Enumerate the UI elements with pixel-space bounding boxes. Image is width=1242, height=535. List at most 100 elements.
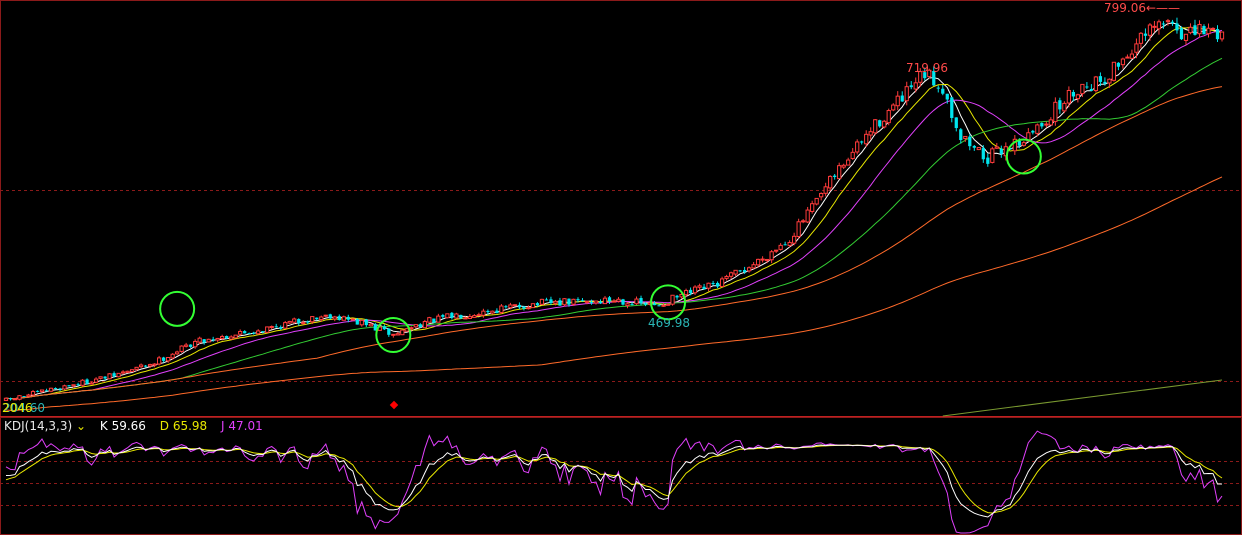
candle-body <box>711 283 715 285</box>
candle-body <box>436 315 441 323</box>
chart-stage: 799.06←—— 719.96 469.98 204.60 2046 KDJ(14,3… <box>0 0 1242 535</box>
kdj-legend: KDJ(14,3,3) ⌄ K 59.66 D 65.98 J 47.01 <box>4 419 273 433</box>
candle-body <box>306 321 310 323</box>
candle-body <box>1138 32 1144 44</box>
candle-body <box>1017 141 1021 146</box>
candle-body <box>598 301 603 304</box>
candle-body <box>742 270 747 272</box>
candle-body <box>310 316 315 323</box>
candle-body <box>774 249 779 252</box>
candle-body <box>1040 123 1044 127</box>
candle-body <box>220 336 225 339</box>
candle-body <box>486 310 490 313</box>
candle-body <box>1215 29 1220 40</box>
candle-body <box>549 299 553 303</box>
candle-body <box>792 235 797 244</box>
candle-body <box>35 390 40 392</box>
candle-body <box>48 387 54 392</box>
candle-body <box>814 197 819 205</box>
candle-body <box>315 317 319 320</box>
candle-body <box>945 93 949 100</box>
candle-body <box>639 298 643 304</box>
candle-body <box>864 133 869 145</box>
candle-body <box>71 384 76 387</box>
high-price-label: 799.06←—— <box>1104 1 1180 15</box>
candle-body <box>134 366 139 370</box>
candle-body <box>301 322 306 325</box>
candle-body <box>900 95 904 102</box>
candle-body <box>359 319 364 326</box>
candle-body <box>355 319 359 325</box>
candle-body <box>1165 20 1171 23</box>
ma5-line <box>5 22 1223 400</box>
candle-body <box>1179 28 1184 40</box>
candle-body <box>1080 83 1085 95</box>
candle-body <box>1152 25 1157 28</box>
ma40-line <box>5 57 1223 400</box>
candle-body <box>274 326 278 328</box>
candle-body <box>994 146 999 149</box>
candle-body <box>895 95 900 107</box>
candle-body <box>846 159 851 166</box>
candle-body <box>323 314 328 317</box>
candle-body <box>760 258 765 261</box>
candle-body <box>157 357 162 365</box>
candle-body <box>80 379 85 386</box>
ma10-line <box>5 26 1223 400</box>
candle-body <box>584 300 590 303</box>
candle-body <box>422 321 427 329</box>
candle-body <box>197 337 202 343</box>
candle-body <box>22 396 26 398</box>
candle-body <box>125 370 130 373</box>
candle-body <box>1147 24 1153 36</box>
candle-body <box>1053 101 1058 123</box>
candle-body <box>801 220 806 223</box>
kdj-title[interactable]: KDJ(14,3,3) ⌄ <box>4 419 86 433</box>
candle-body <box>152 363 157 366</box>
candle-body <box>954 117 958 129</box>
candle-body <box>886 110 891 124</box>
candle-body <box>981 148 985 160</box>
candle-body <box>728 272 734 277</box>
candle-body <box>936 87 940 89</box>
price-chart[interactable]: 799.06←——719.96469.98204.602046 <box>0 0 1242 417</box>
candle-body <box>409 327 414 330</box>
candle-body <box>175 351 180 355</box>
candle-body <box>495 310 499 313</box>
candle-body <box>413 324 418 328</box>
candle-body <box>1206 27 1211 35</box>
candle-body <box>602 297 608 305</box>
candle-body <box>1170 21 1175 24</box>
candle-body <box>1134 43 1139 53</box>
candle-body <box>769 251 774 261</box>
candle-body <box>1175 23 1179 31</box>
candle-body <box>450 312 454 318</box>
candle-body <box>287 320 292 324</box>
candle-body <box>841 164 846 168</box>
ma250-line <box>942 379 1223 417</box>
candle-body <box>256 330 261 335</box>
candle-body <box>269 326 274 329</box>
candle-body <box>328 314 332 319</box>
candle-body <box>715 282 720 287</box>
candle-body <box>719 278 725 288</box>
candle-body <box>98 376 103 379</box>
candle-body <box>530 303 536 309</box>
candle-body <box>395 333 400 336</box>
candle-body <box>432 318 436 323</box>
candle-body <box>909 85 913 88</box>
candle-body <box>364 319 368 326</box>
candle-body <box>621 299 625 305</box>
candle-body <box>904 86 909 102</box>
kdj-chart[interactable] <box>0 417 1242 535</box>
candle-body <box>297 319 301 324</box>
candle-body <box>706 282 711 289</box>
candle-body <box>341 316 346 321</box>
candle-body <box>999 148 1003 154</box>
candle-body <box>1031 130 1035 133</box>
candle-body <box>129 369 135 373</box>
candle-body <box>504 306 508 308</box>
ma120-line <box>5 176 1223 412</box>
candle-body <box>481 310 486 316</box>
candle-body <box>562 298 567 306</box>
